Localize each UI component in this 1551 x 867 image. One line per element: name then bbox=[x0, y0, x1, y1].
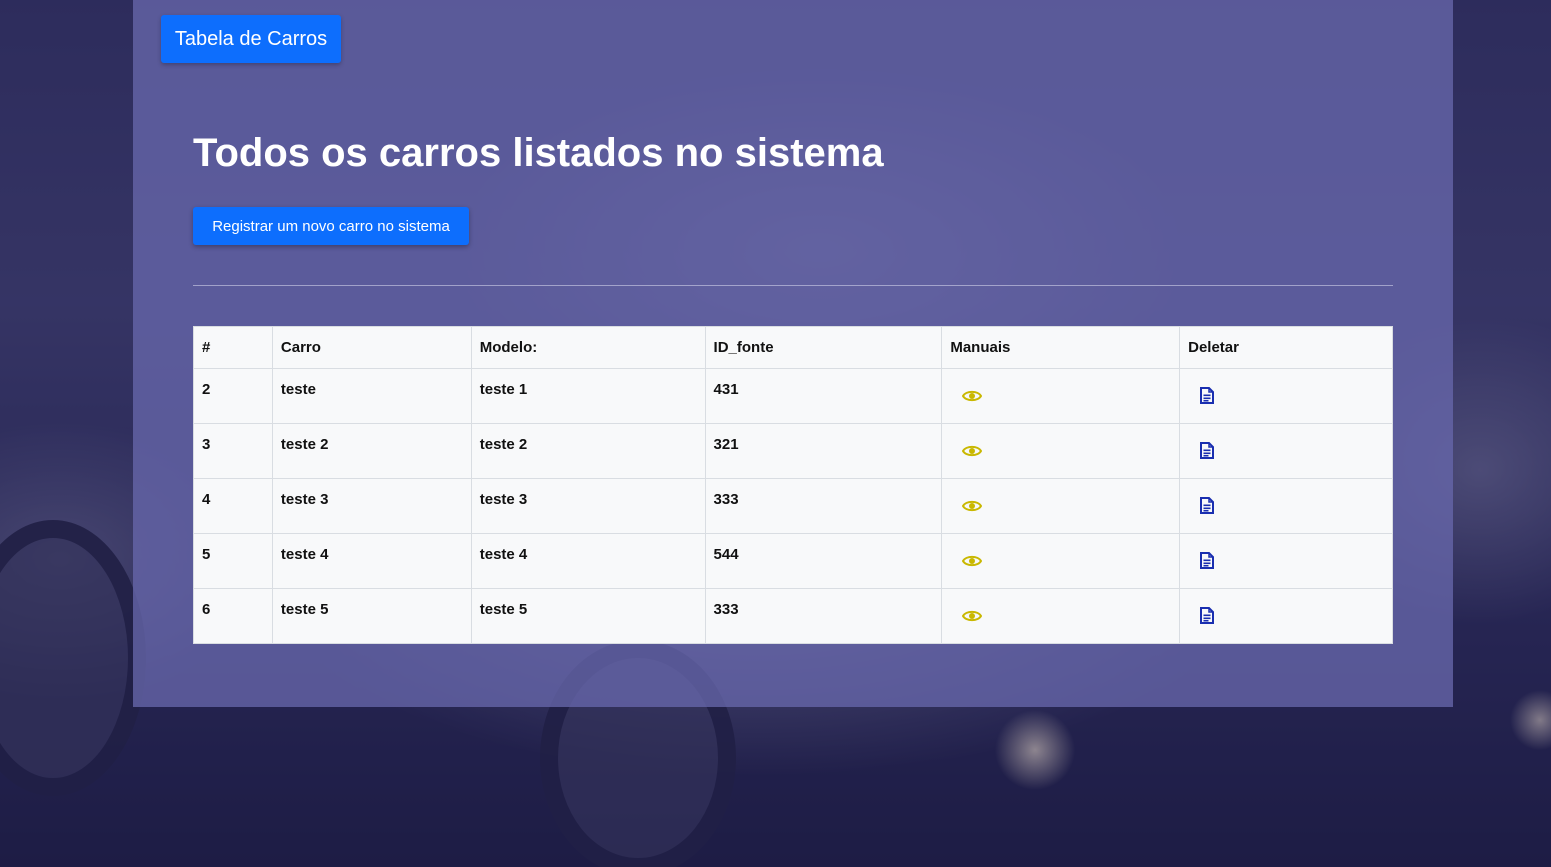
cell-carro: teste 2 bbox=[271, 423, 472, 479]
cell-deletar bbox=[1179, 533, 1393, 589]
column-header-carro: Carro bbox=[271, 326, 472, 369]
eye-icon[interactable] bbox=[962, 554, 983, 568]
column-header-modelo: Modelo: bbox=[470, 326, 706, 369]
cell-id: 5 bbox=[193, 533, 273, 589]
cell-modelo: teste 3 bbox=[470, 478, 706, 534]
cell-id-fonte: 544 bbox=[704, 533, 943, 589]
column-header-number: # bbox=[193, 326, 273, 369]
cell-manuais bbox=[941, 588, 1181, 644]
cell-id: 3 bbox=[193, 423, 273, 479]
cell-id-fonte: 333 bbox=[704, 588, 943, 644]
cell-manuais bbox=[941, 368, 1181, 424]
cell-carro: teste 4 bbox=[271, 533, 472, 589]
document-icon[interactable] bbox=[1200, 497, 1215, 514]
table-row: 3 teste 2 teste 2 321 bbox=[193, 423, 1393, 479]
cell-deletar bbox=[1179, 423, 1393, 479]
divider bbox=[193, 285, 1393, 286]
cell-deletar bbox=[1179, 588, 1393, 644]
eye-icon[interactable] bbox=[962, 444, 983, 458]
cell-modelo: teste 4 bbox=[470, 533, 706, 589]
eye-icon[interactable] bbox=[962, 389, 983, 403]
cell-manuais bbox=[941, 423, 1181, 479]
table-row: 6 teste 5 teste 5 333 bbox=[193, 588, 1393, 644]
brand-button[interactable]: Tabela de Carros bbox=[161, 15, 341, 63]
cell-carro: teste 3 bbox=[271, 478, 472, 534]
eye-icon[interactable] bbox=[962, 609, 983, 623]
cell-modelo: teste 2 bbox=[470, 423, 706, 479]
cell-deletar bbox=[1179, 478, 1393, 534]
cell-id-fonte: 321 bbox=[704, 423, 943, 479]
document-icon[interactable] bbox=[1200, 387, 1215, 404]
document-icon[interactable] bbox=[1200, 552, 1215, 569]
cell-modelo: teste 5 bbox=[470, 588, 706, 644]
cell-deletar bbox=[1179, 368, 1393, 424]
cell-id: 6 bbox=[193, 588, 273, 644]
cars-table: # Carro Modelo: ID_fonte Manuais Deletar… bbox=[193, 326, 1393, 644]
cell-carro: teste 5 bbox=[271, 588, 472, 644]
eye-icon[interactable] bbox=[962, 499, 983, 513]
document-icon[interactable] bbox=[1200, 442, 1215, 459]
cell-id: 2 bbox=[193, 368, 273, 424]
page-title: Todos os carros listados no sistema bbox=[193, 131, 884, 175]
column-header-manuais: Manuais bbox=[941, 326, 1181, 369]
column-header-deletar: Deletar bbox=[1179, 326, 1393, 369]
table-header-row: # Carro Modelo: ID_fonte Manuais Deletar bbox=[193, 326, 1393, 369]
cell-id: 4 bbox=[193, 478, 273, 534]
column-header-id-fonte: ID_fonte bbox=[704, 326, 943, 369]
cell-manuais bbox=[941, 533, 1181, 589]
cell-id-fonte: 333 bbox=[704, 478, 943, 534]
document-icon[interactable] bbox=[1200, 607, 1215, 624]
cell-modelo: teste 1 bbox=[470, 368, 706, 424]
table-row: 5 teste 4 teste 4 544 bbox=[193, 533, 1393, 589]
register-car-button[interactable]: Registrar um novo carro no sistema bbox=[193, 207, 469, 245]
cell-manuais bbox=[941, 478, 1181, 534]
cell-id-fonte: 431 bbox=[704, 368, 943, 424]
table-row: 4 teste 3 teste 3 333 bbox=[193, 478, 1393, 534]
cell-carro: teste bbox=[271, 368, 472, 424]
table-row: 2 teste teste 1 431 bbox=[193, 368, 1393, 424]
